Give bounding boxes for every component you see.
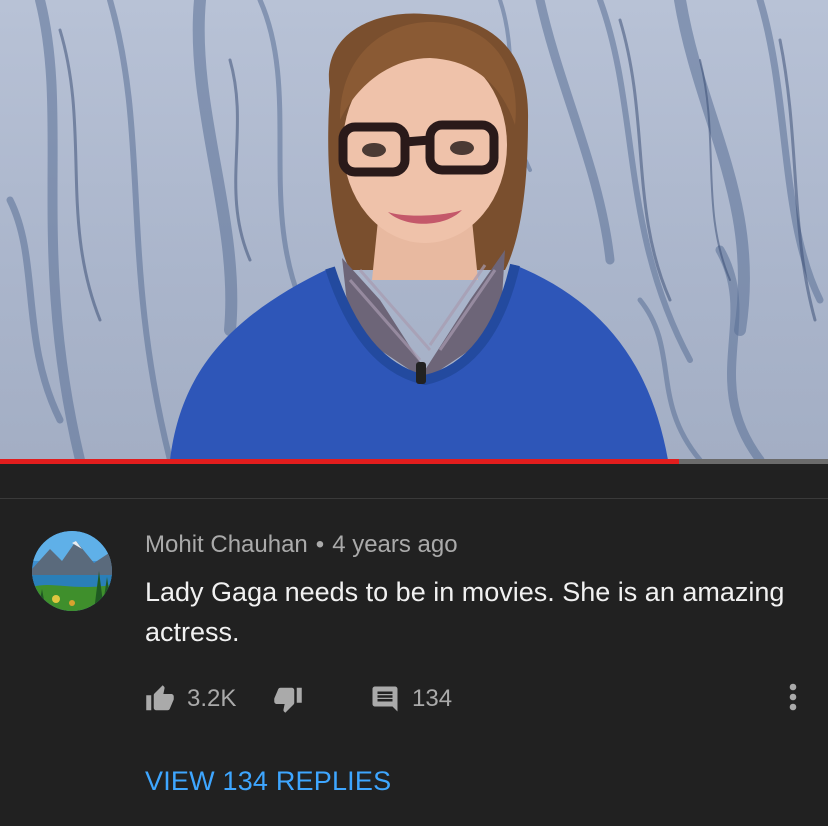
view-replies-link[interactable]: VIEW 134 REPLIES (145, 766, 391, 797)
more-options-button[interactable] (778, 681, 808, 717)
like-count: 3.2K (187, 685, 237, 712)
video-frame-image (6, 0, 824, 460)
avatar-landscape-image (32, 531, 112, 611)
video-player[interactable] (0, 0, 828, 460)
video-progress-bar[interactable] (0, 459, 828, 464)
avatar[interactable] (32, 531, 112, 611)
reply-count: 134 (412, 685, 453, 712)
comment-meta: Mohit Chauhan • 4 years ago (145, 531, 458, 559)
like-button[interactable]: 3.2K (145, 677, 236, 721)
comment-icon (370, 684, 400, 714)
divider (0, 498, 828, 499)
thumbs-down-icon (273, 684, 303, 714)
thumbs-up-icon (145, 684, 175, 714)
reply-button[interactable]: 134 (370, 677, 452, 721)
video-progress-fill (0, 459, 679, 464)
comment-timestamp: 4 years ago (332, 531, 458, 558)
comment-actions: 3.2K 134 (145, 677, 815, 721)
dislike-button[interactable] (273, 677, 303, 721)
more-vert-icon (788, 682, 798, 717)
comment-text: Lady Gaga needs to be in movies. She is … (145, 577, 785, 647)
comment-author[interactable]: Mohit Chauhan (145, 531, 308, 558)
meta-separator: • (315, 531, 325, 558)
